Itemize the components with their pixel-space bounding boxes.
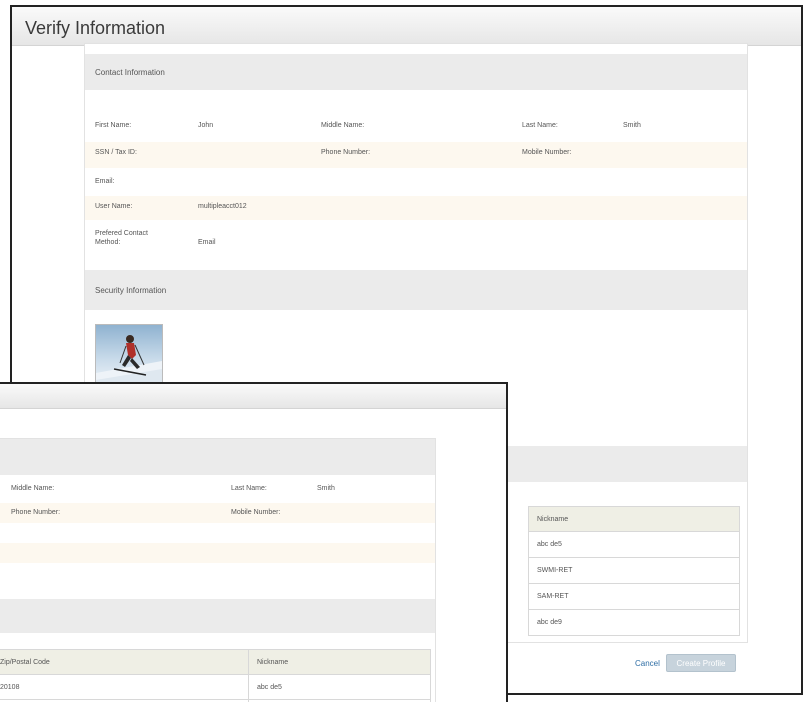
table-row: abc de9 [528, 609, 740, 636]
contact-row-ids-front: Phone Number: Mobile Number: [0, 503, 435, 523]
table-row: SAM-RET [528, 583, 740, 610]
preferred-contact-value: Email [198, 239, 216, 246]
contact-row-names-front: Middle Name: Last Name: Smith [0, 481, 435, 499]
email-label: Email: [95, 178, 115, 185]
window-title-bar: Verify Information [12, 7, 801, 46]
contact-row-email: Email: [85, 172, 747, 192]
preferred-contact-label-line2: Method: [95, 239, 121, 246]
zip-header: Zip/Postal Code [0, 649, 249, 675]
contact-information-header-front [0, 439, 435, 475]
username-label: User Name: [95, 203, 133, 210]
last-name-value: Smith [623, 122, 641, 129]
account-information-header-front [0, 599, 435, 633]
middle-name-label: Middle Name: [321, 122, 365, 129]
phone-label: Phone Number: [11, 509, 61, 516]
contact-row-names: First Name: John Middle Name: Last Name:… [85, 118, 747, 136]
nickname-cell: abc de5 [528, 531, 740, 558]
nickname-cell: SWMI-RET [528, 557, 740, 584]
contact-row-username-front [0, 543, 435, 563]
security-information-header: Security Information [85, 270, 747, 310]
nickname-cell: abc de9 [528, 609, 740, 636]
last-name-label: Last Name: [522, 122, 558, 129]
table-header-row: Nickname [528, 506, 740, 532]
contact-information-header: Contact Information [85, 54, 747, 90]
contact-row-ids: SSN / Tax ID: Phone Number: Mobile Numbe… [85, 142, 747, 168]
mobile-label: Mobile Number: [231, 509, 281, 516]
last-name-label: Last Name: [231, 485, 267, 492]
first-name-value: John [198, 122, 214, 129]
last-name-value: Smith [317, 485, 335, 492]
page-title: Verify Information [25, 18, 166, 38]
zip-cell: 20108 [0, 674, 249, 700]
security-image [95, 324, 163, 388]
contact-row-preferred: Prefered Contact Method: Email [85, 224, 747, 260]
accounts-nickname-table: Nickname abc de5 SWMI-RET SAM-RET abc de… [528, 506, 740, 636]
cancel-button[interactable]: Cancel [635, 659, 660, 668]
window-title-bar-front [0, 384, 506, 409]
table-row: 20108 abc de5 [0, 674, 431, 700]
create-profile-button[interactable]: Create Profile [666, 654, 736, 672]
preferred-contact-label-line1: Prefered Contact [95, 230, 148, 237]
phone-label: Phone Number: [321, 149, 371, 156]
nickname-cell: SAM-RET [528, 583, 740, 610]
table-header-row: Zip/Postal Code Nickname [0, 649, 431, 675]
nickname-header: Nickname [528, 506, 740, 532]
nickname-header: Nickname [248, 649, 431, 675]
contact-row-username: User Name: multipleacct012 [85, 196, 747, 220]
table-row: SWMI-RET [528, 557, 740, 584]
contact-information-title: Contact Information [95, 68, 165, 77]
first-name-label: First Name: [95, 122, 132, 129]
skier-image [96, 335, 162, 387]
username-value: multipleacct012 [198, 203, 247, 210]
accounts-table: Zip/Postal Code Nickname 20108 abc de5 2… [0, 649, 431, 702]
table-row: abc de5 [528, 531, 740, 558]
nickname-cell: abc de5 [248, 674, 431, 700]
verify-panel-front: Middle Name: Last Name: Smith Phone Numb… [0, 438, 436, 702]
mobile-label: Mobile Number: [522, 149, 572, 156]
middle-name-label: Middle Name: [11, 485, 55, 492]
verify-information-window-front: Middle Name: Last Name: Smith Phone Numb… [0, 382, 508, 702]
security-information-title: Security Information [95, 286, 167, 295]
ssn-label: SSN / Tax ID: [95, 149, 137, 156]
